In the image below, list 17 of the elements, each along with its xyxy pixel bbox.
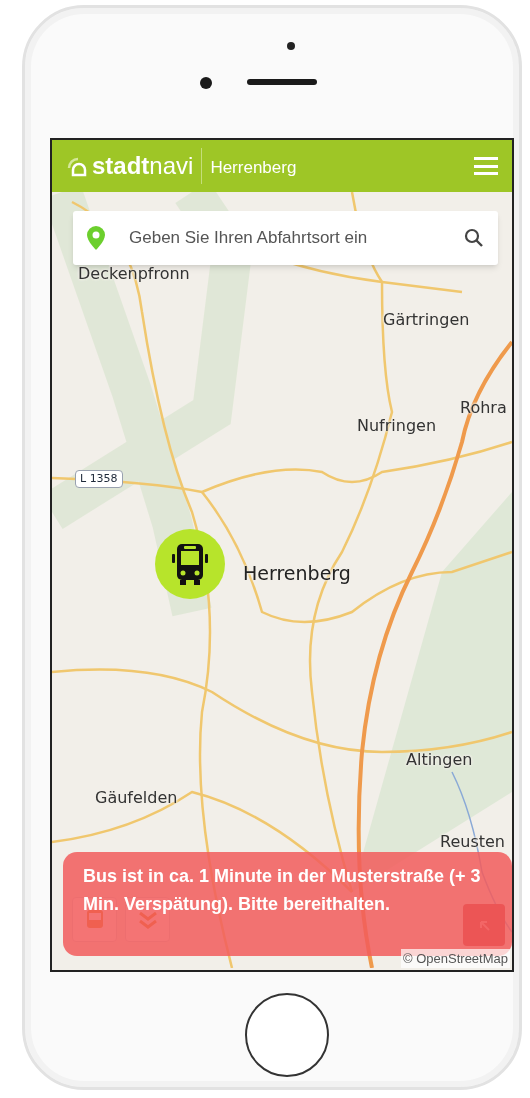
map-place-label: Altingen xyxy=(406,750,473,770)
departure-input[interactable]: Geben Sie Ihren Abfahrtsort ein xyxy=(129,225,440,251)
map-place-label: Reusten xyxy=(440,832,505,852)
road-number-sign: L 1358 xyxy=(75,470,123,488)
search-icon xyxy=(464,228,484,248)
bus-marker[interactable] xyxy=(155,529,225,599)
search-field[interactable]: Geben Sie Ihren Abfahrtsort ein xyxy=(73,211,498,265)
bus-icon xyxy=(170,542,210,586)
city-name: Herrenberg xyxy=(210,157,297,180)
app-logo-text: stadtnavi xyxy=(92,152,194,180)
speaker-grille-icon xyxy=(247,79,317,85)
camera-icon xyxy=(200,77,212,89)
map-place-label: Gärtringen xyxy=(383,310,470,330)
notification-message: Bus ist in ca. 1 Minute in der Musterstraße (+ 3 Min. Verspätung). Bitte bereithalten. xyxy=(83,865,482,916)
location-pin-icon xyxy=(87,226,105,250)
map-attribution: © OpenStreetMap xyxy=(401,948,510,968)
map-place-label: Gäufelden xyxy=(95,788,178,808)
